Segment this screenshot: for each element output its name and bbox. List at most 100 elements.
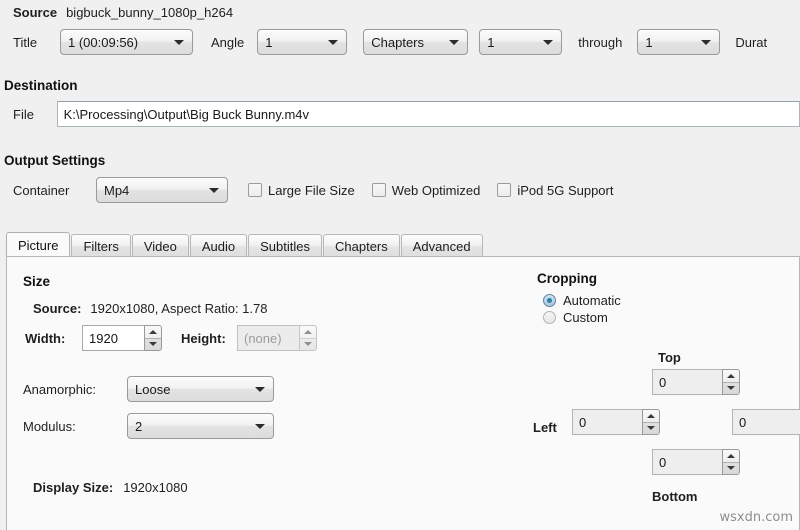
site-watermark: wsxdn.com: [719, 510, 794, 525]
crop-top-stepper-buttons[interactable]: [722, 369, 740, 395]
crop-bottom-label: Bottom: [652, 489, 698, 504]
duration-label: Durat: [735, 34, 768, 50]
width-stepper-buttons[interactable]: [144, 325, 162, 351]
crop-top-value[interactable]: 0: [652, 369, 722, 395]
tab-chapters[interactable]: Chapters: [323, 234, 400, 257]
radio-unselected-icon: [543, 311, 556, 324]
source-dimensions-label: Source:: [33, 301, 82, 316]
source-info-row: Source: 1920x1080, Aspect Ratio: 1.78: [33, 301, 267, 316]
range-start-value: 1: [487, 34, 495, 50]
tab-advanced[interactable]: Advanced: [400, 234, 483, 257]
display-size-row: Display Size: 1920x1080: [33, 480, 188, 495]
tab-filters[interactable]: Filters: [71, 234, 131, 257]
range-start-dropdown[interactable]: 1: [479, 29, 563, 55]
checkbox-icon: [371, 183, 386, 197]
crop-right-stepper[interactable]: 0: [732, 409, 800, 435]
display-size-value: 1920x1080: [123, 480, 188, 495]
crop-custom-radio[interactable]: Custom: [543, 310, 608, 325]
crop-left-stepper-buttons[interactable]: [642, 409, 660, 435]
crop-left-value[interactable]: 0: [572, 409, 642, 435]
picture-tab-panel: Size Source: 1920x1080, Aspect Ratio: 1.…: [6, 256, 800, 530]
crop-left-stepper[interactable]: 0: [572, 409, 660, 435]
tab-label: Picture: [18, 237, 59, 253]
chevron-down-icon: [255, 387, 265, 392]
width-label: Width:: [25, 330, 66, 346]
width-stepper[interactable]: 1920: [82, 325, 162, 351]
crop-right-value[interactable]: 0: [732, 409, 800, 435]
anamorphic-label: Anamorphic:: [23, 381, 96, 397]
checkbox-icon: [497, 183, 512, 197]
web-optimized-label: Web Optimized: [391, 182, 481, 198]
angle-label: Angle: [211, 34, 245, 50]
output-settings-section: Output Settings Container Mp4 Large File…: [0, 153, 800, 203]
range-end-dropdown[interactable]: 1: [637, 29, 721, 55]
file-path-input[interactable]: K:\Processing\Output\Big Buck Bunny.m4v: [56, 101, 800, 127]
container-row: Container Mp4 Large File Size Web Optimi…: [0, 177, 800, 203]
height-stepper[interactable]: (none): [237, 325, 317, 351]
stepper-up-icon[interactable]: [145, 326, 161, 338]
tab-audio[interactable]: Audio: [189, 234, 248, 257]
tab-label: Filters: [83, 238, 119, 254]
file-row: File K:\Processing\Output\Big Buck Bunny…: [0, 101, 800, 127]
tab-video[interactable]: Video: [131, 234, 189, 257]
tab-subtitles[interactable]: Subtitles: [248, 234, 322, 257]
title-dropdown-value: 1 (00:09:56): [68, 34, 139, 50]
chevron-down-icon: [328, 40, 339, 45]
crop-top-label: Top: [658, 350, 681, 365]
range-type-value: Chapters: [371, 34, 424, 50]
source-row: Source bigbuck_bunny_1080p_h264: [0, 0, 800, 24]
title-row: Title 1 (00:09:56) Angle 1 Chapters 1 th…: [0, 26, 800, 58]
height-stepper-buttons[interactable]: [299, 325, 317, 351]
tab-picture[interactable]: Picture: [6, 232, 71, 257]
source-filename: bigbuck_bunny_1080p_h264: [66, 4, 234, 20]
stepper-down-icon[interactable]: [145, 337, 161, 351]
web-optimized-checkbox[interactable]: Web Optimized: [371, 182, 481, 198]
stepper-down-icon[interactable]: [643, 421, 659, 435]
size-heading: Size: [23, 274, 51, 289]
range-type-dropdown[interactable]: Chapters: [363, 29, 469, 55]
anamorphic-value: Loose: [135, 381, 171, 397]
large-file-size-checkbox[interactable]: Large File Size: [248, 183, 355, 198]
crop-automatic-radio[interactable]: Automatic: [543, 293, 621, 308]
crop-bottom-value[interactable]: 0: [652, 449, 722, 475]
chevron-down-icon: [449, 40, 460, 45]
modulus-value: 2: [135, 418, 143, 434]
range-end-value: 1: [645, 34, 653, 50]
output-settings-heading: Output Settings: [4, 153, 106, 168]
tab-label: Audio: [201, 238, 236, 254]
ipod-5g-support-checkbox[interactable]: iPod 5G Support: [497, 183, 613, 198]
stepper-up-icon[interactable]: [723, 370, 739, 382]
modulus-label: Modulus:: [23, 418, 76, 434]
container-dropdown[interactable]: Mp4: [96, 177, 228, 203]
modulus-dropdown[interactable]: 2: [127, 413, 274, 439]
stepper-down-icon[interactable]: [723, 461, 739, 475]
anamorphic-row: Anamorphic: Loose: [23, 376, 274, 402]
crop-bottom-stepper[interactable]: 0: [652, 449, 740, 475]
through-label: through: [578, 34, 623, 50]
stepper-up-icon[interactable]: [723, 450, 739, 462]
container-dropdown-value: Mp4: [104, 182, 130, 198]
crop-top-stepper[interactable]: 0: [652, 369, 740, 395]
angle-dropdown-value: 1: [265, 34, 273, 50]
source-dimensions-value: 1920x1080, Aspect Ratio: 1.78: [90, 301, 268, 316]
stepper-up-icon[interactable]: [300, 326, 316, 338]
ipod-5g-support-label: iPod 5G Support: [517, 182, 614, 198]
tab-label: Video: [143, 238, 177, 254]
height-value[interactable]: (none): [237, 325, 299, 351]
width-value[interactable]: 1920: [82, 325, 144, 351]
stepper-down-icon[interactable]: [300, 337, 316, 351]
tab-label: Advanced: [412, 238, 471, 254]
chevron-down-icon: [701, 40, 712, 45]
crop-left-label: Left: [533, 420, 557, 435]
chevron-down-icon: [255, 424, 265, 429]
chevron-down-icon: [209, 188, 219, 193]
stepper-down-icon[interactable]: [723, 381, 739, 395]
crop-bottom-stepper-buttons[interactable]: [722, 449, 740, 475]
tab-bar[interactable]: Picture Filters Video Audio Subtitles Ch…: [6, 232, 800, 257]
title-dropdown[interactable]: 1 (00:09:56): [60, 29, 193, 55]
anamorphic-dropdown[interactable]: Loose: [127, 376, 274, 402]
angle-dropdown[interactable]: 1: [257, 29, 348, 55]
stepper-up-icon[interactable]: [643, 410, 659, 422]
display-size-label: Display Size:: [33, 480, 114, 495]
source-label: Source: [13, 4, 58, 20]
